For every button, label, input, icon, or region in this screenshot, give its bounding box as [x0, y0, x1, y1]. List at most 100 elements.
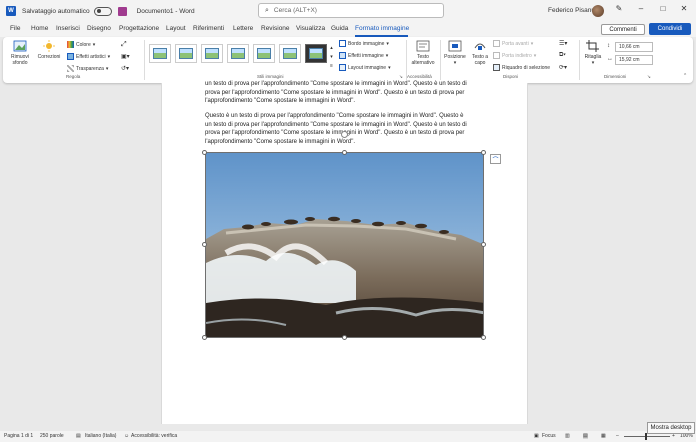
zoom-out-icon[interactable]: – [616, 433, 619, 439]
picture-effects-button[interactable]: Effetti immagine ▾ [339, 52, 388, 59]
alt-text-button[interactable]: Testo alternativo [408, 40, 438, 66]
picture-style-6[interactable] [279, 44, 301, 63]
position-button[interactable]: Posizione ▾ [442, 40, 468, 66]
change-picture-button[interactable]: ▣▾ [121, 53, 130, 60]
height-icon: ↕ [607, 43, 610, 49]
proofing-icon[interactable]: ▤ [76, 433, 81, 439]
language[interactable]: Italiano (Italia) [85, 433, 116, 439]
zoom-slider[interactable] [624, 436, 670, 437]
wrap-text-button[interactable]: Testo a capo [469, 40, 491, 66]
artistic-effects-button[interactable]: Effetti artistici ▾ [67, 53, 110, 60]
tab-formato-immagine[interactable]: Formato immagine [355, 25, 409, 32]
reset-picture-button[interactable]: ↺▾ [121, 65, 129, 72]
tab-lettere[interactable]: Lettere [233, 25, 253, 32]
tab-file[interactable]: File [10, 25, 20, 32]
rotate-handle[interactable] [341, 131, 348, 138]
search-box[interactable]: ⌕ Cerca (ALT+X) [258, 3, 444, 18]
resize-handle-top[interactable] [342, 150, 347, 155]
height-value: 10,66 cm [619, 44, 640, 50]
resize-handle-top-left[interactable] [202, 150, 207, 155]
paragraph-1[interactable]: un testo di prova per l'approfondimento … [205, 80, 487, 106]
bring-forward-icon [493, 40, 500, 47]
tab-revisione[interactable]: Revisione [261, 25, 290, 32]
collapse-ribbon-icon[interactable]: ⌃ [683, 73, 687, 79]
picture-style-2[interactable] [175, 44, 197, 63]
transparency-icon [67, 65, 74, 72]
selection-pane-button[interactable]: Riquadro di selezione [493, 64, 550, 71]
avatar[interactable] [592, 5, 604, 17]
wrap-text-label-2: capo [474, 60, 486, 66]
width-field[interactable]: 15,92 cm [615, 55, 653, 65]
layout-options-button[interactable]: ⌒ [490, 154, 501, 164]
picture-border-button[interactable]: Bordo immagine ▾ [339, 40, 389, 47]
compress-pictures-button[interactable]: ⤢ [121, 41, 127, 49]
wrap-text-icon [474, 43, 486, 50]
rotate-button[interactable]: ⟳▾ [559, 64, 567, 71]
resize-handle-bottom-left[interactable] [202, 335, 207, 340]
page-count[interactable]: Pagina 1 di 1 [4, 433, 33, 439]
resize-handle-bottom[interactable] [342, 335, 347, 340]
tab-inserisci[interactable]: Inserisci [56, 25, 80, 32]
minimize-button[interactable]: – [634, 4, 648, 13]
picture-style-1[interactable] [149, 44, 171, 63]
resize-handle-bottom-right[interactable] [481, 335, 486, 340]
picture-layout-button[interactable]: Layout immagine ▾ [339, 64, 391, 71]
resize-handle-top-right[interactable] [481, 150, 486, 155]
web-layout-icon[interactable]: ▦ [601, 433, 606, 439]
remove-background-icon [13, 40, 27, 52]
tab-layout[interactable]: Layout [166, 25, 186, 32]
resize-handle-left[interactable] [202, 242, 207, 247]
bring-forward-label: Porta avanti [502, 40, 529, 47]
send-backward-icon [493, 52, 500, 59]
word-count[interactable]: 250 parole [40, 433, 64, 439]
tab-progettazione[interactable]: Progettazione [119, 25, 159, 32]
tab-riferimenti[interactable]: Riferimenti [193, 25, 224, 32]
focus-button[interactable]: Focus [542, 433, 556, 439]
tab-guida[interactable]: Guida [331, 25, 348, 32]
alt-text-icon [416, 40, 430, 52]
picture-style-4[interactable] [227, 44, 249, 63]
autosave-toggle[interactable] [93, 6, 112, 16]
remove-background-button[interactable]: Rimuovi sfondo [7, 40, 33, 66]
send-backward-button[interactable]: Porta indietro ▾ [493, 52, 536, 59]
picture-style-5[interactable] [253, 44, 275, 63]
restore-button[interactable]: □ [656, 4, 670, 13]
read-mode-icon[interactable]: ▥ [565, 433, 570, 439]
pen-icon[interactable]: ✎ [612, 4, 626, 13]
group-size-label: Dimensioni [604, 74, 627, 79]
comments-label: Commenti [609, 26, 637, 33]
bring-forward-button[interactable]: Porta avanti ▾ [493, 40, 533, 47]
save-icon[interactable] [117, 6, 127, 16]
paragraph-2[interactable]: Questo è un testo di prova per l'approfo… [205, 112, 487, 146]
autosave-label: Salvataggio automatico [22, 7, 90, 15]
selected-picture[interactable] [205, 152, 484, 338]
rotate-icon: ⟳▾ [559, 65, 568, 71]
selection-pane-label: Riquadro di selezione [502, 64, 551, 71]
tab-visualizza[interactable]: Visualizza [296, 25, 325, 32]
group-button[interactable]: ⧉▾ [559, 52, 566, 59]
search-icon: ⌕ [265, 6, 269, 14]
size-launcher-icon[interactable]: ↘ [647, 74, 651, 80]
user-name[interactable]: Federico Pisanu [548, 7, 595, 14]
close-button[interactable]: ✕ [677, 4, 691, 13]
tab-home[interactable]: Home [31, 25, 48, 32]
picture-style-3[interactable] [201, 44, 223, 63]
tab-disegno[interactable]: Disegno [87, 25, 111, 32]
crop-button[interactable]: Ritaglia ▾ [582, 40, 604, 66]
accessibility-status[interactable]: Accessibilità: verifica [131, 433, 177, 439]
zoom-slider-thumb[interactable] [645, 433, 647, 440]
picture-style-7[interactable] [305, 44, 327, 63]
height-field[interactable]: 10,66 cm [615, 42, 653, 52]
styles-gallery-scroll[interactable]: ▴ ▾ ≡ [330, 45, 333, 69]
align-button[interactable]: ☰▾ [559, 40, 567, 47]
share-button[interactable]: Condividi [649, 23, 691, 35]
color-button[interactable]: Colore ▾ [67, 41, 95, 48]
picture-layout-icon [339, 64, 346, 71]
position-icon [448, 40, 462, 52]
selection-pane-icon [493, 64, 500, 71]
corrections-button[interactable]: Correzioni [36, 40, 62, 60]
transparency-button[interactable]: Trasparenza ▾ [67, 65, 108, 72]
comments-button[interactable]: Commenti [601, 24, 645, 35]
resize-handle-right[interactable] [481, 242, 486, 247]
print-layout-icon[interactable]: ▤ [583, 433, 588, 439]
